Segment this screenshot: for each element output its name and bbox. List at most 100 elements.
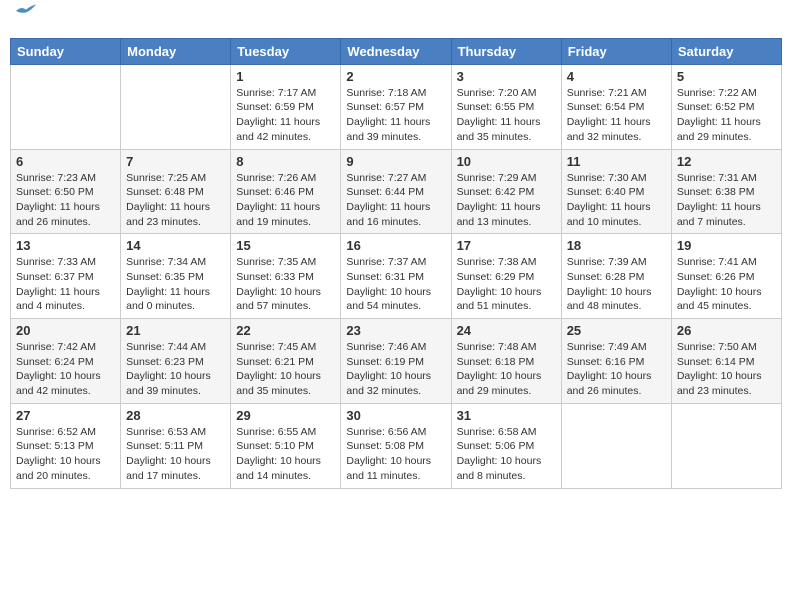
day-info: Sunrise: 7:20 AM Sunset: 6:55 PM Dayligh… (457, 86, 556, 145)
calendar-week-5: 27 Sunrise: 6:52 AM Sunset: 5:13 PM Dayli… (11, 403, 782, 488)
day-info: Sunrise: 7:30 AM Sunset: 6:40 PM Dayligh… (567, 171, 666, 230)
calendar-cell: 6Sunrise: 7:23 AM Sunset: 6:50 PM Daylig… (11, 149, 121, 234)
weekday-header-tuesday: Tuesday (231, 38, 341, 64)
day-number: 18 (567, 238, 666, 253)
calendar-cell: 2Sunrise: 7:18 AM Sunset: 6:57 PM Daylig… (341, 64, 451, 149)
day-number: 17 (457, 238, 556, 253)
day-info: Sunrise: 7:49 AM Sunset: 6:16 PM Dayligh… (567, 340, 666, 399)
day-number: 13 (16, 238, 115, 253)
weekday-header-row: SundayMondayTuesdayWednesdayThursdayFrid… (11, 38, 782, 64)
weekday-header-saturday: Saturday (671, 38, 781, 64)
day-info: Sunrise: 7:31 AM Sunset: 6:38 PM Dayligh… (677, 171, 776, 230)
calendar-cell: 11Sunrise: 7:30 AM Sunset: 6:40 PM Dayli… (561, 149, 671, 234)
day-number: 7 (126, 154, 225, 169)
day-number: 21 (126, 323, 225, 338)
day-number: 8 (236, 154, 335, 169)
day-info: Sunrise: 6:52 AM Sunset: 5:13 PM Dayligh… (16, 425, 115, 484)
calendar-cell: 19 Sunrise: 7:41 AM Sunset: 6:26 PM Dayli… (671, 234, 781, 319)
calendar-cell: 4Sunrise: 7:21 AM Sunset: 6:54 PM Daylig… (561, 64, 671, 149)
calendar-cell (671, 403, 781, 488)
day-info: Sunrise: 6:56 AM Sunset: 5:08 PM Dayligh… (346, 425, 445, 484)
day-number: 3 (457, 69, 556, 84)
day-number: 2 (346, 69, 445, 84)
day-info: Sunrise: 6:58 AM Sunset: 5:06 PM Dayligh… (457, 425, 556, 484)
day-number: 27 (16, 408, 115, 423)
calendar-cell: 30 Sunrise: 6:56 AM Sunset: 5:08 PM Dayli… (341, 403, 451, 488)
calendar-cell: 9 Sunrise: 7:27 AM Sunset: 6:44 PM Daylig… (341, 149, 451, 234)
calendar-cell: 28 Sunrise: 6:53 AM Sunset: 5:11 PM Dayli… (121, 403, 231, 488)
day-info: Sunrise: 7:35 AM Sunset: 6:33 PM Dayligh… (236, 255, 335, 314)
calendar-cell: 12 Sunrise: 7:31 AM Sunset: 6:38 PM Dayli… (671, 149, 781, 234)
day-info: Sunrise: 7:50 AM Sunset: 6:14 PM Dayligh… (677, 340, 776, 399)
day-info: Sunrise: 7:41 AM Sunset: 6:26 PM Dayligh… (677, 255, 776, 314)
weekday-header-sunday: Sunday (11, 38, 121, 64)
calendar-week-1: 1 Sunrise: 7:17 AM Sunset: 6:59 PM Daylig… (11, 64, 782, 149)
logo-bird-icon (16, 4, 36, 18)
day-info: Sunrise: 7:27 AM Sunset: 6:44 PM Dayligh… (346, 171, 445, 230)
calendar-cell: 1 Sunrise: 7:17 AM Sunset: 6:59 PM Daylig… (231, 64, 341, 149)
calendar-cell: 17 Sunrise: 7:38 AM Sunset: 6:29 PM Dayli… (451, 234, 561, 319)
calendar-cell: 29 Sunrise: 6:55 AM Sunset: 5:10 PM Dayli… (231, 403, 341, 488)
day-number: 19 (677, 238, 776, 253)
calendar-cell: 31 Sunrise: 6:58 AM Sunset: 5:06 PM Dayli… (451, 403, 561, 488)
day-number: 25 (567, 323, 666, 338)
weekday-header-monday: Monday (121, 38, 231, 64)
calendar-table: SundayMondayTuesdayWednesdayThursdayFrid… (10, 38, 782, 489)
weekday-header-friday: Friday (561, 38, 671, 64)
day-info: Sunrise: 7:44 AM Sunset: 6:23 PM Dayligh… (126, 340, 225, 399)
calendar-cell: 14Sunrise: 7:34 AM Sunset: 6:35 PM Dayli… (121, 234, 231, 319)
day-number: 20 (16, 323, 115, 338)
calendar-cell: 22 Sunrise: 7:45 AM Sunset: 6:21 PM Dayli… (231, 319, 341, 404)
calendar-cell: 8 Sunrise: 7:26 AM Sunset: 6:46 PM Daylig… (231, 149, 341, 234)
day-number: 12 (677, 154, 776, 169)
day-info: Sunrise: 7:23 AM Sunset: 6:50 PM Dayligh… (16, 171, 115, 230)
day-info: Sunrise: 7:34 AM Sunset: 6:35 PM Dayligh… (126, 255, 225, 314)
calendar-cell: 13 Sunrise: 7:33 AM Sunset: 6:37 PM Dayli… (11, 234, 121, 319)
day-number: 29 (236, 408, 335, 423)
day-info: Sunrise: 7:26 AM Sunset: 6:46 PM Dayligh… (236, 171, 335, 230)
day-number: 22 (236, 323, 335, 338)
calendar-week-4: 20 Sunrise: 7:42 AM Sunset: 6:24 PM Dayli… (11, 319, 782, 404)
calendar-cell: 5 Sunrise: 7:22 AM Sunset: 6:52 PM Daylig… (671, 64, 781, 149)
weekday-header-thursday: Thursday (451, 38, 561, 64)
calendar-cell: 21 Sunrise: 7:44 AM Sunset: 6:23 PM Dayli… (121, 319, 231, 404)
calendar-cell: 3 Sunrise: 7:20 AM Sunset: 6:55 PM Daylig… (451, 64, 561, 149)
day-number: 30 (346, 408, 445, 423)
calendar-week-2: 6Sunrise: 7:23 AM Sunset: 6:50 PM Daylig… (11, 149, 782, 234)
calendar-cell: 26 Sunrise: 7:50 AM Sunset: 6:14 PM Dayli… (671, 319, 781, 404)
weekday-header-wednesday: Wednesday (341, 38, 451, 64)
calendar-cell: 23Sunrise: 7:46 AM Sunset: 6:19 PM Dayli… (341, 319, 451, 404)
day-info: Sunrise: 7:42 AM Sunset: 6:24 PM Dayligh… (16, 340, 115, 399)
calendar-cell (121, 64, 231, 149)
calendar-cell: 25 Sunrise: 7:49 AM Sunset: 6:16 PM Dayli… (561, 319, 671, 404)
day-info: Sunrise: 7:38 AM Sunset: 6:29 PM Dayligh… (457, 255, 556, 314)
calendar-cell: 16Sunrise: 7:37 AM Sunset: 6:31 PM Dayli… (341, 234, 451, 319)
day-info: Sunrise: 6:53 AM Sunset: 5:11 PM Dayligh… (126, 425, 225, 484)
calendar-cell (561, 403, 671, 488)
page-header (10, 10, 782, 30)
day-number: 9 (346, 154, 445, 169)
day-info: Sunrise: 7:22 AM Sunset: 6:52 PM Dayligh… (677, 86, 776, 145)
calendar-cell: 10Sunrise: 7:29 AM Sunset: 6:42 PM Dayli… (451, 149, 561, 234)
day-number: 28 (126, 408, 225, 423)
day-info: Sunrise: 6:55 AM Sunset: 5:10 PM Dayligh… (236, 425, 335, 484)
day-number: 5 (677, 69, 776, 84)
day-number: 26 (677, 323, 776, 338)
calendar-cell: 15 Sunrise: 7:35 AM Sunset: 6:33 PM Dayli… (231, 234, 341, 319)
day-info: Sunrise: 7:17 AM Sunset: 6:59 PM Dayligh… (236, 86, 335, 145)
calendar-week-3: 13 Sunrise: 7:33 AM Sunset: 6:37 PM Dayli… (11, 234, 782, 319)
day-number: 31 (457, 408, 556, 423)
day-number: 16 (346, 238, 445, 253)
day-info: Sunrise: 7:25 AM Sunset: 6:48 PM Dayligh… (126, 171, 225, 230)
day-info: Sunrise: 7:48 AM Sunset: 6:18 PM Dayligh… (457, 340, 556, 399)
day-number: 15 (236, 238, 335, 253)
calendar-cell: 20 Sunrise: 7:42 AM Sunset: 6:24 PM Dayli… (11, 319, 121, 404)
calendar-cell: 24Sunrise: 7:48 AM Sunset: 6:18 PM Dayli… (451, 319, 561, 404)
day-info: Sunrise: 7:33 AM Sunset: 6:37 PM Dayligh… (16, 255, 115, 314)
day-number: 23 (346, 323, 445, 338)
day-info: Sunrise: 7:21 AM Sunset: 6:54 PM Dayligh… (567, 86, 666, 145)
calendar-cell: 27 Sunrise: 6:52 AM Sunset: 5:13 PM Dayli… (11, 403, 121, 488)
day-info: Sunrise: 7:45 AM Sunset: 6:21 PM Dayligh… (236, 340, 335, 399)
day-number: 1 (236, 69, 335, 84)
calendar-cell: 7 Sunrise: 7:25 AM Sunset: 6:48 PM Daylig… (121, 149, 231, 234)
